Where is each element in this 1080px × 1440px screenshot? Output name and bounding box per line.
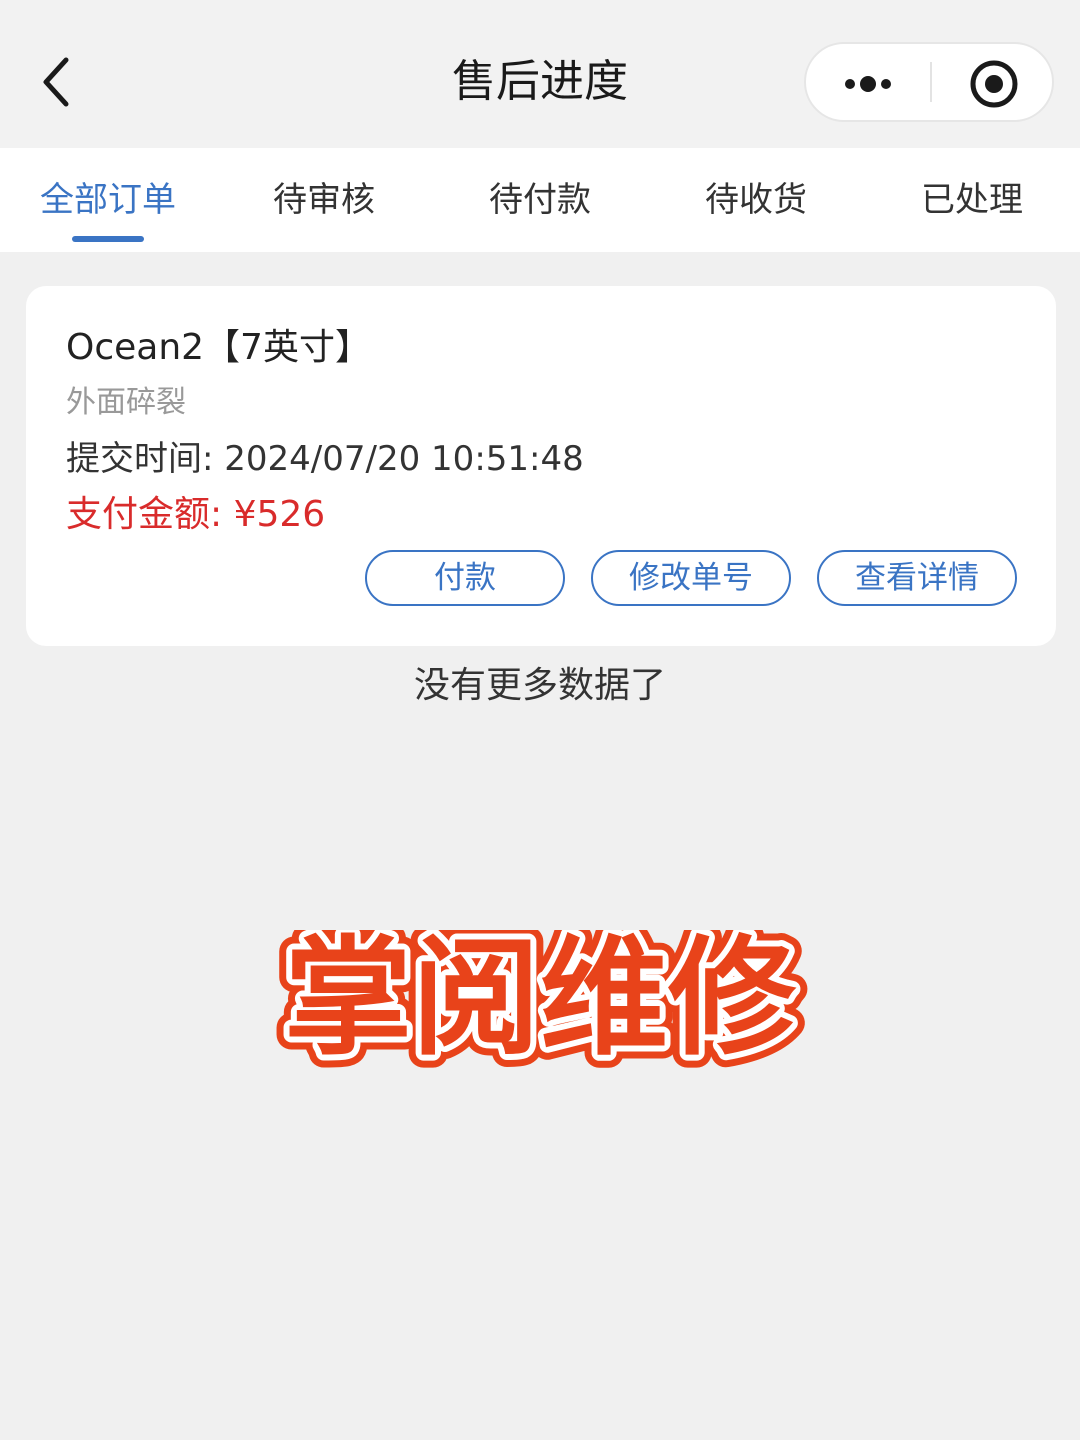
tab-label: 已处理 [921, 180, 1023, 220]
svg-text:掌阅维修: 掌阅维修 [284, 930, 797, 1073]
more-dots-icon [845, 76, 891, 92]
nav-bar: 售后进度 [0, 0, 1080, 148]
watermark-logo-text: 掌阅维修 掌阅维修 掌阅维修 [271, 930, 810, 1080]
pay-amount-value: ¥526 [233, 494, 326, 535]
tab-pending-receipt[interactable]: 待收货 [648, 148, 864, 252]
view-details-button[interactable]: 查看详情 [817, 550, 1017, 606]
close-program-button[interactable] [932, 44, 1052, 120]
tab-pending-payment[interactable]: 待付款 [432, 148, 648, 252]
tab-label: 待收货 [705, 180, 807, 220]
fault-description: 外面碎裂 [66, 385, 186, 420]
pay-button[interactable]: 付款 [365, 550, 565, 606]
active-tab-indicator [72, 236, 144, 242]
submit-time-value: 2024/07/20 10:51:48 [224, 439, 584, 479]
tab-all-orders[interactable]: 全部订单 [0, 148, 216, 252]
submit-time-row: 提交时间: 2024/07/20 10:51:48 [66, 436, 584, 482]
mini-program-capsule [804, 42, 1054, 122]
tab-label: 待审核 [273, 180, 375, 220]
order-card: Ocean2【7英寸】 外面碎裂 提交时间: 2024/07/20 10:51:… [26, 286, 1056, 646]
pay-amount-label: 支付金额: [66, 494, 223, 535]
tab-processed[interactable]: 已处理 [864, 148, 1080, 252]
order-tabs: 全部订单 待审核 待付款 待收货 已处理 [0, 148, 1080, 252]
more-button[interactable] [806, 44, 930, 120]
product-name: Ocean2【7英寸】 [66, 327, 371, 368]
no-more-data-text: 没有更多数据了 [413, 665, 666, 706]
tab-label: 全部订单 [40, 180, 176, 220]
target-circle-icon [970, 60, 1018, 108]
modify-tracking-button[interactable]: 修改单号 [591, 550, 791, 606]
tab-pending-review[interactable]: 待审核 [216, 148, 432, 252]
pay-amount-row: 支付金额: ¥526 [66, 492, 325, 538]
submit-time-label: 提交时间: [66, 439, 214, 479]
tab-label: 待付款 [489, 180, 591, 220]
